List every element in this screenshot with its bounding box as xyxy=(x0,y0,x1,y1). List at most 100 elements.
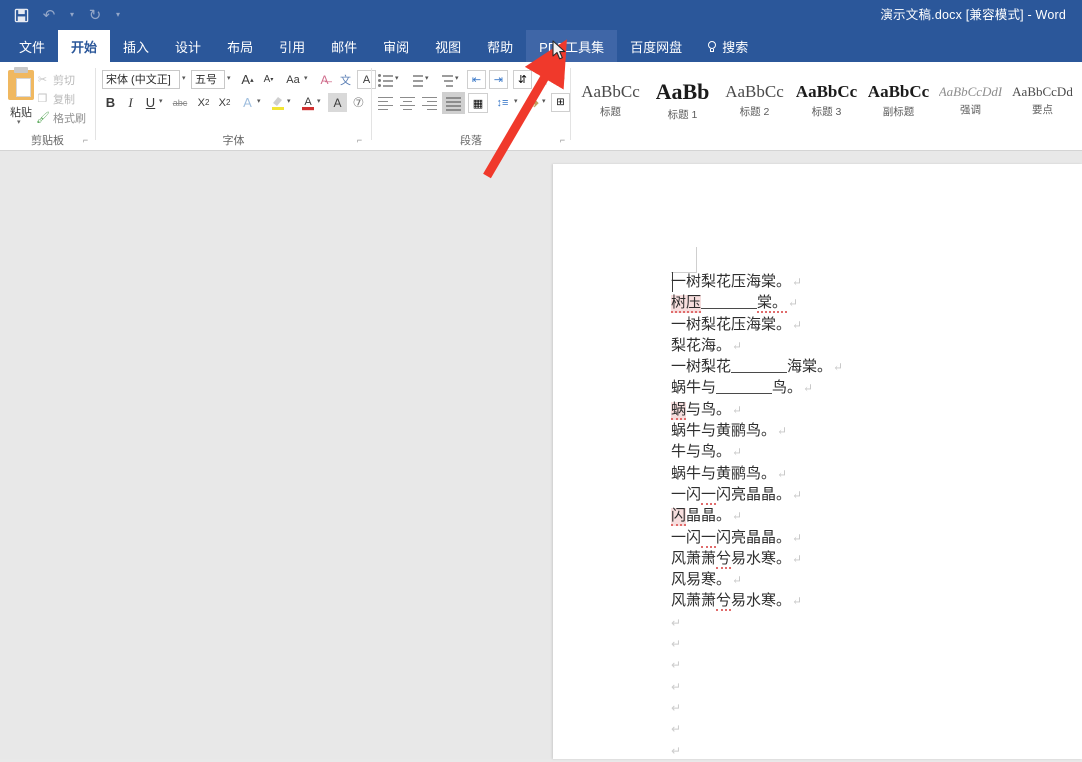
tab-home[interactable]: 开始 xyxy=(58,30,111,62)
group-clipboard: 粘贴 ▾ ✂ 剪切 ❐ 复制 🖌 格式刷 剪贴板 ⌐ xyxy=(0,62,95,150)
document-line: 一树梨花压海棠。↵ xyxy=(671,315,1001,336)
highlight-glyph xyxy=(271,97,284,110)
font-dialog-launcher[interactable]: ⌐ xyxy=(354,135,365,146)
tab-design[interactable]: 设计 xyxy=(162,30,214,62)
shrink-font-icon[interactable]: A ▾ xyxy=(259,70,278,89)
style-item-emphasis[interactable]: AaBbCcDdI 强调 xyxy=(935,70,1006,130)
font-color-icon[interactable]: A xyxy=(298,93,317,112)
text-run: 蜗牛与黄鹂鸟。 xyxy=(671,465,777,482)
distribute-icon[interactable]: ▦ xyxy=(468,93,488,113)
line-spacing-icon[interactable]: ↕≡ xyxy=(493,94,512,111)
numbering-icon[interactable] xyxy=(406,71,425,88)
bullets-icon[interactable] xyxy=(376,71,395,88)
clear-formatting-icon[interactable]: A̶ xyxy=(315,70,334,89)
customize-qat-icon[interactable]: ▾ xyxy=(110,2,126,28)
tab-review[interactable]: 审阅 xyxy=(370,30,422,62)
tab-pdf-toolkit[interactable]: PDF工具集 xyxy=(526,30,618,62)
shading-dropdown-icon[interactable]: ▾ xyxy=(542,93,546,111)
text-run: 牛与鸟。 xyxy=(671,444,732,461)
spell-error-run: 树压 xyxy=(671,295,702,314)
multilevel-dropdown-icon[interactable]: ▾ xyxy=(455,70,459,88)
tab-mailings[interactable]: 邮件 xyxy=(318,30,370,62)
increase-indent-icon[interactable]: ⇥ xyxy=(489,70,508,89)
style-item-heading-1[interactable]: AaBb 标题 1 xyxy=(647,70,718,130)
multilevel-glyph xyxy=(438,73,453,87)
cut-button[interactable]: ✂ 剪切 xyxy=(36,72,75,88)
font-size-input[interactable]: 五号 xyxy=(191,70,225,89)
line-spacing-dropdown-icon[interactable]: ▾ xyxy=(514,93,518,111)
document-line: 风萧萧兮易水寒。↵ xyxy=(671,549,1001,570)
document-line: 一闪一闪亮晶晶。↵ xyxy=(671,528,1001,549)
show-marks-extra-icon[interactable]: ↵ xyxy=(555,70,569,89)
align-center-glyph xyxy=(400,96,415,111)
strikethrough-icon[interactable]: abc xyxy=(169,93,191,112)
multilevel-list-icon[interactable] xyxy=(436,71,455,88)
tab-references[interactable]: 引用 xyxy=(266,30,318,62)
highlight-dropdown-icon[interactable]: ▾ xyxy=(287,93,291,111)
phonetic-guide-icon[interactable]: 文 xyxy=(336,70,355,89)
document-line: 蜗牛与 鸟。↵ xyxy=(671,378,1001,399)
document-page[interactable]: 一树梨花压海棠。↵ 树压 棠。↵ 一树梨花压海棠。↵ 梨花海。↵ 一树梨花 海棠。↵ 蜗牛与鸟… xyxy=(553,164,1082,759)
undo-dropdown-icon[interactable]: ▾ xyxy=(64,2,80,28)
subscript-icon[interactable]: X2 xyxy=(194,93,213,112)
align-right-glyph xyxy=(422,96,437,111)
underline-icon[interactable]: U xyxy=(142,93,159,112)
tab-baidu-netdisk[interactable]: 百度网盘 xyxy=(617,30,695,62)
tab-view[interactable]: 视图 xyxy=(422,30,474,62)
align-right-icon[interactable] xyxy=(420,94,439,111)
style-item-title[interactable]: AaBbCc 标题 xyxy=(575,70,646,130)
change-case-icon[interactable]: Aa xyxy=(282,70,304,89)
save-icon[interactable] xyxy=(8,2,34,28)
justify-icon[interactable] xyxy=(442,92,465,114)
text-effects-dropdown-icon[interactable]: ▾ xyxy=(257,93,261,111)
style-item-subtitle[interactable]: AaBbCc 副标题 xyxy=(863,70,934,130)
grow-font-icon[interactable]: A ▴ xyxy=(238,70,257,89)
align-left-icon[interactable] xyxy=(376,94,395,111)
tab-insert[interactable]: 插入 xyxy=(110,30,162,62)
paste-label[interactable]: 粘贴 xyxy=(2,104,40,120)
redo-icon[interactable]: ↻ xyxy=(82,2,108,28)
paragraph-dialog-launcher[interactable]: ⌐ xyxy=(557,135,568,146)
save-glyph xyxy=(14,8,28,22)
sort-icon[interactable]: ⇵ xyxy=(513,70,532,89)
font-size-dropdown-icon[interactable]: ▾ xyxy=(227,70,231,88)
document-title: 演示文稿.docx [兼容模式] - Word xyxy=(880,8,1066,22)
svg-text:A: A xyxy=(304,96,312,108)
borders-icon[interactable]: ⊞ xyxy=(551,93,570,112)
copy-button[interactable]: ❐ 复制 xyxy=(36,91,75,107)
enclose-characters-icon[interactable]: ⑦ xyxy=(349,93,368,112)
search-box[interactable]: 搜索 xyxy=(695,30,760,62)
numbering-dropdown-icon[interactable]: ▾ xyxy=(425,70,429,88)
undo-icon[interactable]: ↶ xyxy=(36,2,62,28)
change-case-dropdown-icon[interactable]: ▾ xyxy=(304,70,308,88)
tab-help[interactable]: 帮助 xyxy=(474,30,526,62)
font-name-dropdown-icon[interactable]: ▾ xyxy=(182,70,186,88)
paste-icon[interactable] xyxy=(8,67,34,100)
title-bar: ↶ ▾ ↻ ▾ 演示文稿.docx [兼容模式] - Word xyxy=(0,0,1082,30)
style-item-heading-3[interactable]: AaBbCc 标题 3 xyxy=(791,70,862,130)
document-text[interactable]: 一树梨花压海棠。↵ 树压 棠。↵ 一树梨花压海棠。↵ 梨花海。↵ 一树梨花 海棠。↵ 蜗牛与鸟… xyxy=(671,272,1001,762)
scissors-icon: ✂ xyxy=(37,73,48,86)
format-painter-button[interactable]: 🖌 格式刷 xyxy=(36,110,86,126)
text-run: 海棠。 xyxy=(787,359,833,376)
character-shading-icon[interactable]: A xyxy=(328,93,347,112)
bullets-dropdown-icon[interactable]: ▾ xyxy=(395,70,399,88)
highlight-icon[interactable] xyxy=(268,93,287,112)
bold-icon[interactable]: B xyxy=(102,93,119,112)
underline-dropdown-icon[interactable]: ▾ xyxy=(159,93,163,111)
paragraph-mark: ↵ xyxy=(732,509,743,524)
decrease-indent-icon[interactable]: ⇤ xyxy=(467,70,486,89)
style-item-keypoint[interactable]: AaBbCcDd 要点 xyxy=(1007,70,1078,130)
clipboard-dialog-launcher[interactable]: ⌐ xyxy=(80,135,91,146)
paste-dropdown-icon[interactable]: ▾ xyxy=(17,118,21,126)
tab-file[interactable]: 文件 xyxy=(6,30,58,62)
style-item-heading-2[interactable]: AaBbCc 标题 2 xyxy=(719,70,790,130)
font-color-dropdown-icon[interactable]: ▾ xyxy=(317,93,321,111)
tab-layout[interactable]: 布局 xyxy=(214,30,266,62)
superscript-icon[interactable]: X2 xyxy=(215,93,234,112)
font-name-input[interactable]: 宋体 (中文正] xyxy=(102,70,180,89)
show-formatting-marks-icon[interactable]: ¶ xyxy=(535,70,554,89)
align-center-icon[interactable] xyxy=(398,94,417,111)
text-effects-icon[interactable]: A xyxy=(238,93,257,112)
italic-icon[interactable]: I xyxy=(122,93,139,112)
